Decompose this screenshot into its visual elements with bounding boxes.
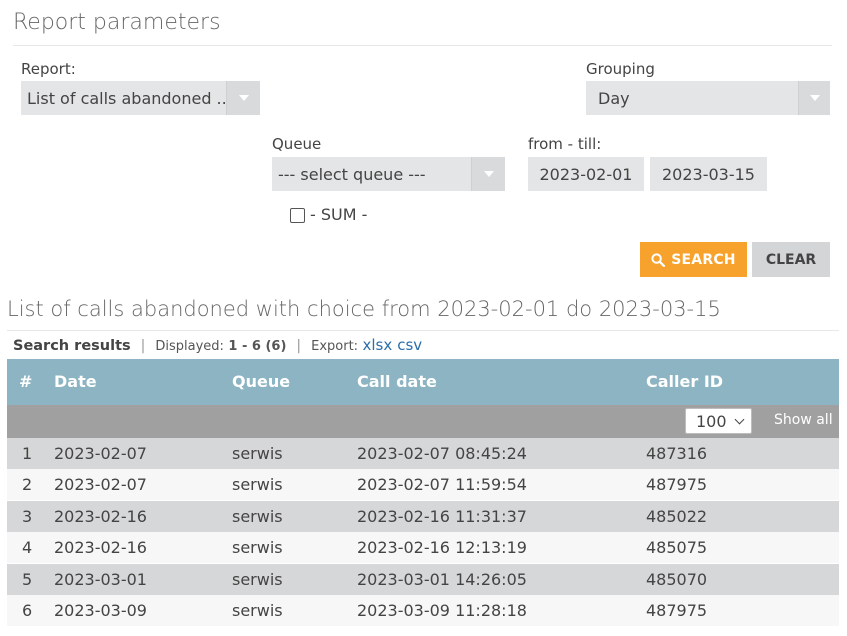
search-icon — [651, 252, 666, 267]
search-button-label: SEARCH — [671, 251, 736, 268]
show-all-link[interactable]: Show all — [774, 412, 833, 428]
table-row[interactable]: 4 2023-02-16 serwis 2023-02-16 12:13:19 4850… — [7, 532, 839, 564]
cell-call-date: 2023-02-16 12:13:19 — [357, 538, 527, 558]
cell-call-date: 2023-03-01 14:26:05 — [357, 569, 527, 589]
cell-caller-id: 485070 — [646, 569, 708, 589]
search-results-label: Search results — [13, 338, 131, 354]
page-size-value: 100 — [696, 411, 727, 431]
column-header-date[interactable]: Date — [54, 359, 97, 405]
chevron-down-icon — [734, 414, 745, 424]
report-select[interactable]: List of calls abandoned ... — [21, 81, 260, 115]
table-header: # Date Queue Call date Caller ID — [7, 359, 839, 405]
chevron-down-icon[interactable] — [471, 157, 505, 191]
column-header-queue[interactable]: Queue — [232, 359, 290, 405]
date-range-label: from - till: — [528, 135, 602, 153]
cell-date: 2023-02-07 — [54, 475, 147, 495]
cell-date: 2023-02-16 — [54, 506, 147, 526]
column-header-caller-id[interactable]: Caller ID — [646, 359, 723, 405]
cell-number: 3 — [22, 506, 33, 526]
cell-queue: serwis — [232, 506, 283, 526]
report-label: Report: — [21, 60, 76, 78]
grouping-select[interactable]: Day — [586, 81, 830, 115]
grouping-label: Grouping — [586, 60, 655, 78]
queue-label: Queue — [272, 135, 322, 153]
column-header-call-date[interactable]: Call date — [357, 359, 437, 405]
cell-caller-id: 487975 — [646, 601, 708, 620]
cell-queue: serwis — [232, 538, 283, 558]
cell-queue: serwis — [232, 601, 283, 620]
results-divider — [7, 330, 839, 331]
export-label: Export: — [311, 339, 359, 354]
separator: | — [140, 338, 146, 354]
queue-select[interactable]: --- select queue --- — [272, 157, 505, 191]
grouping-select-value: Day — [598, 88, 630, 108]
displayed-label: Displayed: — [155, 339, 224, 354]
cell-caller-id: 485075 — [646, 538, 708, 558]
cell-date: 2023-02-16 — [54, 538, 147, 558]
queue-select-value: --- select queue --- — [278, 164, 426, 184]
chevron-down-icon[interactable] — [226, 81, 260, 115]
table-row[interactable]: 2 2023-02-07 serwis 2023-02-07 11:59:54 4879… — [7, 469, 839, 501]
export-xlsx-link[interactable]: xlsx — [363, 336, 393, 354]
table-row[interactable]: 5 2023-03-01 serwis 2023-03-01 14:26:05 4850… — [7, 563, 839, 595]
cell-caller-id: 487316 — [646, 444, 708, 463]
results-title: List of calls abandoned with choice from… — [7, 297, 721, 321]
cell-call-date: 2023-03-09 11:28:18 — [357, 601, 527, 620]
table-row[interactable]: 1 2023-02-07 serwis 2023-02-07 08:45:24 4873… — [7, 438, 839, 469]
date-till-input[interactable]: 2023-03-15 — [650, 157, 767, 191]
page-title: Report parameters — [13, 10, 221, 35]
cell-queue: serwis — [232, 475, 283, 495]
cell-date: 2023-02-07 — [54, 444, 147, 463]
cell-call-date: 2023-02-16 11:31:37 — [357, 506, 527, 526]
search-button[interactable]: SEARCH — [640, 242, 747, 277]
cell-caller-id: 487975 — [646, 475, 708, 495]
cell-date: 2023-03-01 — [54, 569, 147, 589]
chevron-down-icon[interactable] — [798, 81, 830, 115]
cell-number: 6 — [22, 601, 33, 620]
displayed-count: 1 - 6 (6) — [228, 339, 287, 354]
cell-call-date: 2023-02-07 11:59:54 — [357, 475, 527, 495]
cell-number: 1 — [22, 444, 33, 463]
cell-call-date: 2023-02-07 08:45:24 — [357, 444, 527, 463]
title-divider — [13, 45, 832, 46]
page-size-select[interactable]: 100 — [685, 408, 752, 434]
table-row[interactable]: 6 2023-03-09 serwis 2023-03-09 11:28:18 4879… — [7, 595, 839, 626]
cell-queue: serwis — [232, 569, 283, 589]
results-meta-bar: Search results | Displayed: 1 - 6 (6) | … — [13, 336, 427, 354]
cell-number: 2 — [22, 475, 33, 495]
date-from-input[interactable]: 2023-02-01 — [528, 157, 644, 191]
cell-number: 5 — [22, 569, 33, 589]
cell-caller-id: 485022 — [646, 506, 708, 526]
table-toolbar: 100 Show all — [7, 405, 839, 438]
cell-number: 4 — [22, 538, 33, 558]
report-select-value: List of calls abandoned ... — [27, 88, 226, 108]
table-row[interactable]: 3 2023-02-16 serwis 2023-02-16 11:31:37 4850… — [7, 500, 839, 532]
cell-queue: serwis — [232, 444, 283, 463]
export-csv-link[interactable]: csv — [397, 336, 422, 354]
sum-checkbox[interactable] — [290, 208, 305, 223]
separator: | — [296, 338, 302, 354]
cell-date: 2023-03-09 — [54, 601, 147, 620]
clear-button[interactable]: CLEAR — [752, 242, 830, 277]
sum-label: - SUM - — [310, 205, 368, 224]
column-header-number[interactable]: # — [19, 359, 32, 405]
